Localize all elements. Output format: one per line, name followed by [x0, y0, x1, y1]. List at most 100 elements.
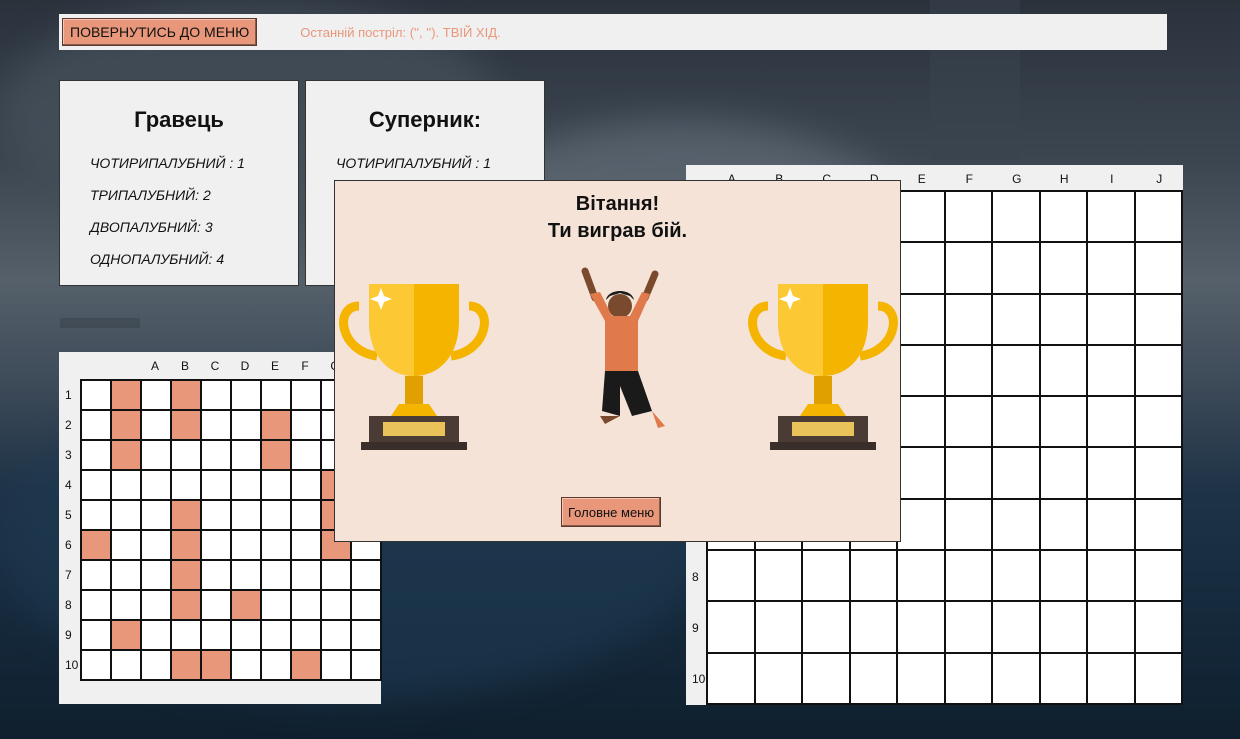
back-to-menu-button[interactable]: ПОВЕРНУТИСЬ ДО МЕНЮ: [62, 18, 258, 46]
grid-cell: [202, 471, 230, 499]
grid-cell[interactable]: [945, 653, 991, 703]
grid-cell[interactable]: [898, 653, 944, 703]
grid-cell[interactable]: [755, 602, 801, 652]
player-ship-count: ТРИПАЛУБНИЙ: 2: [90, 187, 211, 203]
grid-cell[interactable]: [1040, 551, 1086, 601]
grid-cell[interactable]: [1088, 294, 1134, 344]
grid-cell[interactable]: [803, 653, 849, 703]
grid-cell[interactable]: [1088, 499, 1134, 550]
grid-cell[interactable]: [1088, 602, 1134, 652]
grid-cell[interactable]: [1088, 397, 1134, 447]
grid-cell[interactable]: [898, 397, 944, 447]
grid-cell[interactable]: [1135, 499, 1181, 550]
grid-cell[interactable]: [1040, 602, 1086, 652]
main-menu-button[interactable]: Головне меню: [561, 497, 662, 527]
grid-cell: [202, 621, 230, 649]
grid-cell[interactable]: [850, 602, 896, 652]
grid-cell[interactable]: [993, 499, 1039, 550]
grid-cell[interactable]: [898, 499, 944, 550]
grid-cell[interactable]: [898, 294, 944, 344]
ship-cell: [262, 411, 290, 439]
grid-cell[interactable]: [803, 602, 849, 652]
grid-cell[interactable]: [1135, 397, 1181, 447]
grid-cell[interactable]: [993, 551, 1039, 601]
grid-cell[interactable]: [945, 192, 991, 242]
grid-cell[interactable]: [755, 653, 801, 703]
grid-cell[interactable]: [898, 551, 944, 601]
grid-cell: [202, 441, 230, 469]
grid-cell[interactable]: [1135, 602, 1181, 652]
grid-cell[interactable]: [1040, 243, 1086, 293]
grid-cell[interactable]: [1135, 653, 1181, 703]
grid-cell[interactable]: [993, 345, 1039, 396]
grid-cell[interactable]: [850, 653, 896, 703]
grid-cell[interactable]: [1135, 448, 1181, 498]
row-label: 1: [65, 388, 72, 402]
grid-cell[interactable]: [993, 192, 1039, 242]
grid-cell[interactable]: [898, 192, 944, 242]
grid-cell: [112, 591, 140, 619]
ship-cell: [112, 381, 140, 409]
grid-cell[interactable]: [898, 243, 944, 293]
grid-cell[interactable]: [945, 551, 991, 601]
grid-cell[interactable]: [1040, 192, 1086, 242]
grid-cell[interactable]: [945, 448, 991, 498]
grid-cell[interactable]: [1088, 243, 1134, 293]
grid-cell[interactable]: [1135, 345, 1181, 396]
grid-cell[interactable]: [898, 345, 944, 396]
grid-cell: [262, 531, 290, 559]
grid-cell[interactable]: [993, 602, 1039, 652]
grid-cell: [82, 441, 110, 469]
grid-cell: [292, 531, 320, 559]
grid-cell[interactable]: [1040, 499, 1086, 550]
grid-cell[interactable]: [1135, 243, 1181, 293]
grid-cell[interactable]: [803, 551, 849, 601]
grid-cell[interactable]: [1088, 345, 1134, 396]
grid-cell[interactable]: [945, 499, 991, 550]
grid-cell[interactable]: [945, 243, 991, 293]
grid-cell[interactable]: [993, 397, 1039, 447]
grid-cell: [322, 591, 350, 619]
grid-cell[interactable]: [708, 551, 754, 601]
grid-cell: [82, 501, 110, 529]
grid-cell[interactable]: [708, 653, 754, 703]
grid-cell[interactable]: [945, 294, 991, 344]
grid-cell[interactable]: [708, 602, 754, 652]
grid-cell[interactable]: [993, 653, 1039, 703]
grid-cell[interactable]: [1040, 345, 1086, 396]
grid-cell: [82, 561, 110, 589]
grid-cell: [142, 621, 170, 649]
grid-cell[interactable]: [1135, 294, 1181, 344]
grid-cell: [112, 501, 140, 529]
grid-cell[interactable]: [993, 243, 1039, 293]
grid-cell[interactable]: [945, 345, 991, 396]
grid-cell[interactable]: [1040, 397, 1086, 447]
victory-greeting: Вітання!: [575, 193, 660, 215]
grid-cell[interactable]: [850, 551, 896, 601]
grid-cell: [352, 621, 380, 649]
grid-cell[interactable]: [1040, 294, 1086, 344]
column-label: A: [150, 359, 159, 373]
grid-cell: [292, 501, 320, 529]
grid-cell[interactable]: [1040, 448, 1086, 498]
grid-cell[interactable]: [945, 397, 991, 447]
grid-cell[interactable]: [1040, 653, 1086, 703]
grid-cell[interactable]: [755, 551, 801, 601]
grid-cell[interactable]: [993, 448, 1039, 498]
grid-cell[interactable]: [945, 602, 991, 652]
ship-cell: [232, 591, 260, 619]
ship-cell: [172, 381, 200, 409]
grid-cell[interactable]: [898, 602, 944, 652]
player-ship-count: ОДНОПАЛУБНИЙ: 4: [90, 251, 225, 267]
grid-cell[interactable]: [993, 294, 1039, 344]
grid-cell: [232, 441, 260, 469]
grid-cell: [262, 381, 290, 409]
grid-cell[interactable]: [898, 448, 944, 498]
grid-cell[interactable]: [1088, 551, 1134, 601]
last-shot-status: Останній постріл: ('', ''). ТВІЙ ХІД.: [300, 24, 501, 40]
grid-cell[interactable]: [1088, 448, 1134, 498]
grid-cell[interactable]: [1135, 551, 1181, 601]
grid-cell[interactable]: [1088, 192, 1134, 242]
grid-cell[interactable]: [1135, 192, 1181, 242]
grid-cell[interactable]: [1088, 653, 1134, 703]
